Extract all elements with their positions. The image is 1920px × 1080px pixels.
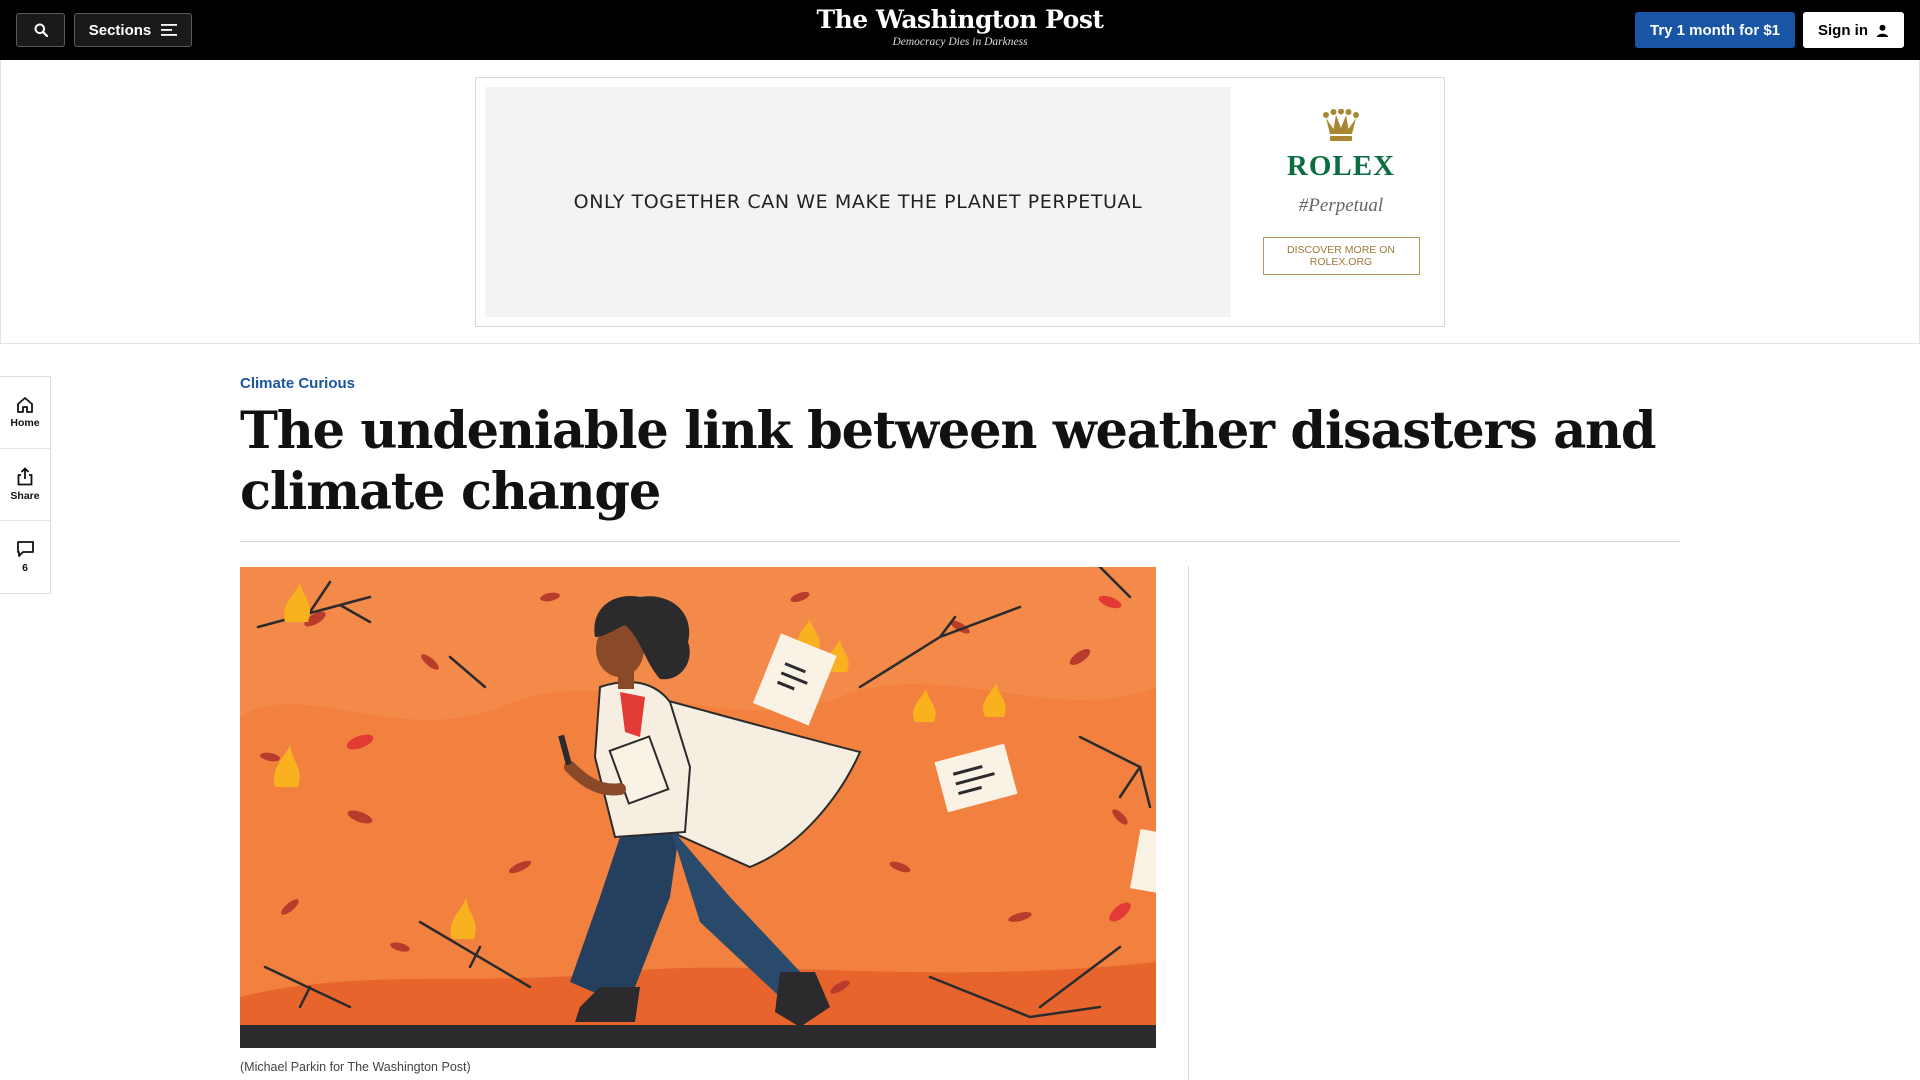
rail-comment-count: 6 xyxy=(22,562,28,574)
comment-icon xyxy=(16,541,34,557)
scientist-walking-illustration xyxy=(240,567,1156,1048)
article-headline: The undeniable link between weather disa… xyxy=(240,401,1657,522)
rail-home-button[interactable]: Home xyxy=(0,377,50,449)
menu-icon xyxy=(161,24,178,36)
image-caption: (Michael Parkin for The Washington Post) xyxy=(240,1060,471,1074)
rail-share-label: Share xyxy=(10,490,40,502)
rolex-ad-banner[interactable]: ONLY TOGETHER CAN WE MAKE THE PLANET PER… xyxy=(475,77,1445,327)
home-icon xyxy=(17,397,33,413)
ad-image-panel[interactable]: ONLY TOGETHER CAN WE MAKE THE PLANET PER… xyxy=(485,87,1231,317)
sign-in-button[interactable]: Sign in xyxy=(1803,12,1904,48)
sign-in-label: Sign in xyxy=(1818,21,1868,39)
masthead[interactable]: The Washington Post Democracy Dies in Da… xyxy=(760,6,1160,48)
user-icon xyxy=(1876,24,1889,37)
rail-share-button[interactable]: Share xyxy=(0,449,50,521)
ad-hashtag: #Perpetual xyxy=(1298,195,1384,216)
article-hero-illustration[interactable] xyxy=(240,567,1156,1048)
top-navigation-bar: Sections The Washington Post Democracy D… xyxy=(0,0,1920,60)
headline-divider xyxy=(240,541,1680,542)
ad-brand-panel[interactable]: ROLEX #Perpetual DISCOVER MORE ON ROLEX.… xyxy=(1246,87,1436,317)
share-icon xyxy=(17,467,33,486)
ad-cta-button[interactable]: DISCOVER MORE ON ROLEX.ORG xyxy=(1262,237,1420,275)
column-divider xyxy=(1188,566,1189,1080)
ad-brand-name: ROLEX xyxy=(1286,150,1396,182)
sections-label: Sections xyxy=(88,21,152,39)
article-kicker-link[interactable]: Climate Curious xyxy=(240,375,355,392)
sections-button[interactable]: Sections xyxy=(74,13,192,47)
rail-home-label: Home xyxy=(10,417,40,429)
site-logo[interactable]: The Washington Post xyxy=(760,6,1160,33)
article-action-rail: Home Share 6 xyxy=(0,376,51,594)
subscribe-button[interactable]: Try 1 month for $1 xyxy=(1635,12,1795,48)
rolex-crown-icon xyxy=(1323,108,1359,141)
site-tagline: Democracy Dies in Darkness xyxy=(892,36,1028,48)
search-icon xyxy=(34,23,48,37)
search-button[interactable] xyxy=(16,13,65,47)
ad-slogan: ONLY TOGETHER CAN WE MAKE THE PLANET PER… xyxy=(573,191,1143,213)
rail-comments-button[interactable]: 6 xyxy=(0,521,50,593)
